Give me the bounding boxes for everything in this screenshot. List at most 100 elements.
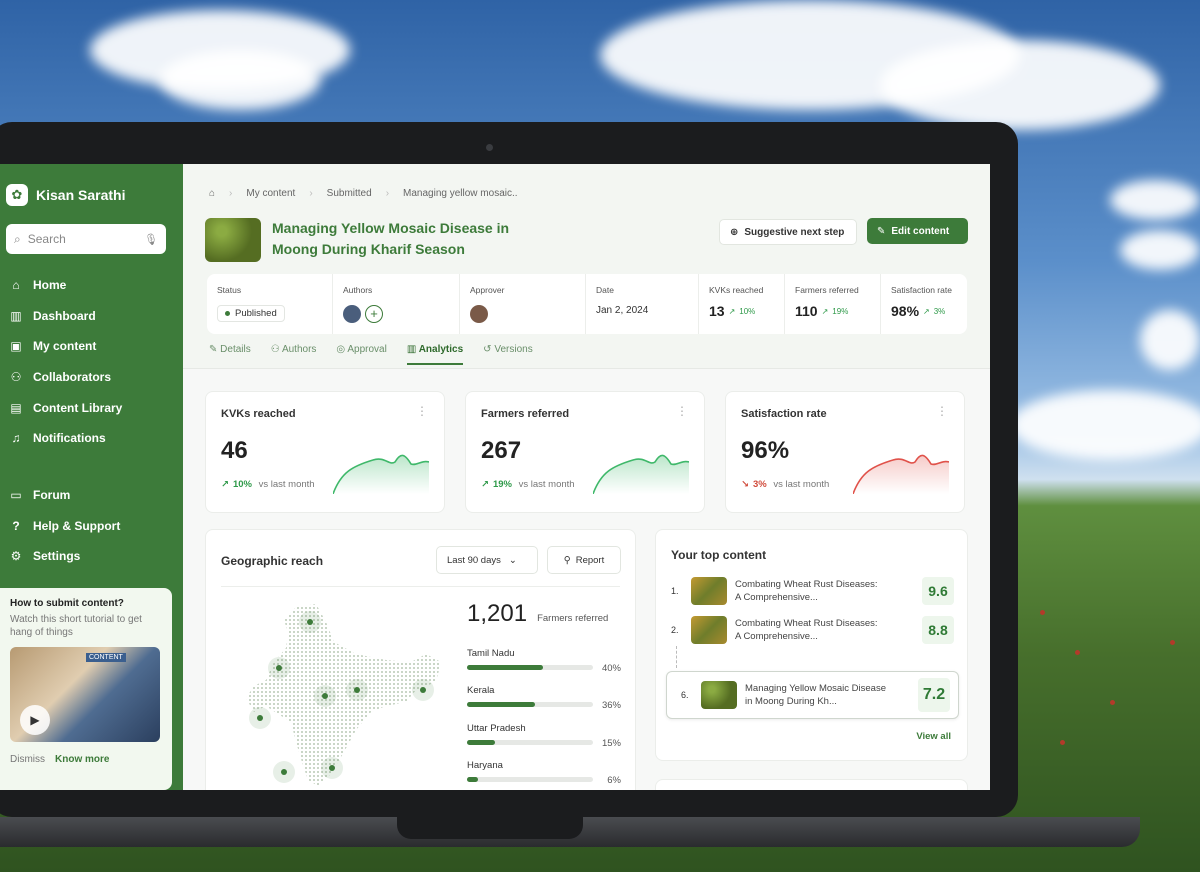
- trend-up-icon: ↗: [481, 479, 489, 490]
- card-title: Your top content: [671, 548, 767, 562]
- kpi-card-farmers: Farmers referred ⋮ 267 ↗ 19% vs last mont…: [465, 391, 705, 513]
- kpi-note: vs last month: [518, 479, 575, 490]
- flower: [1075, 650, 1080, 655]
- suggestive-next-step-button[interactable]: ⊕ Suggestive next step: [719, 219, 857, 245]
- trend-up-icon: ↗: [221, 479, 229, 490]
- cloud: [160, 50, 320, 110]
- item-title: Combating Wheat Rust Diseases: A Compreh…: [735, 618, 878, 642]
- home-icon[interactable]: ⌂: [209, 188, 215, 199]
- list-item-current[interactable]: 6. Managing Yellow Mosaic Disease in Moo…: [666, 671, 959, 719]
- add-author-icon[interactable]: +: [365, 305, 383, 323]
- content-icon: ▣: [10, 339, 22, 354]
- search-icon: ⌕: [14, 231, 21, 246]
- list-item[interactable]: 2. Combating Wheat Rust Diseases: A Comp…: [671, 615, 954, 645]
- breadcrumb-item[interactable]: Submitted: [327, 188, 372, 199]
- sidebar-item-collaborators[interactable]: ⚇ Collaborators: [8, 362, 122, 393]
- edit-content-button[interactable]: ✎ Edit content: [867, 218, 968, 244]
- flower: [1110, 700, 1115, 705]
- brand[interactable]: ✿ Kisan Sarathi: [6, 184, 125, 206]
- more-icon[interactable]: ⋮: [936, 404, 948, 418]
- state-name: Kerala: [467, 685, 495, 696]
- kpi-delta: 19%: [492, 479, 512, 490]
- state-bar-fill: [467, 777, 479, 782]
- kpi-delta: 10%: [232, 479, 252, 490]
- sidebar-item-dashboard[interactable]: ▥ Dashboard: [8, 301, 122, 332]
- view-all-link[interactable]: View all: [916, 731, 951, 742]
- home-icon: ⌂: [12, 278, 20, 293]
- nav-label: Dashboard: [33, 308, 96, 323]
- kpi-note: vs last month: [773, 479, 830, 490]
- app-screen: ✿ Kisan Sarathi ⌕ Search 🎙 ⌂ Home ▥ Dashbo…: [0, 164, 990, 790]
- sidebar-item-settings[interactable]: ⚙ Settings: [8, 541, 120, 572]
- list-item[interactable]: 1. Combating Wheat Rust Diseases: A Comp…: [671, 576, 954, 606]
- tab-approval[interactable]: ◎ Approval: [336, 344, 386, 365]
- avatar[interactable]: [343, 305, 361, 323]
- meta-kvks: KVKs reached 13 ↗ 10%: [699, 274, 785, 334]
- tab-analytics[interactable]: ▥ Analytics: [406, 344, 464, 365]
- play-icon[interactable]: ▶: [20, 705, 50, 735]
- date-value: Jan 2, 2024: [596, 305, 649, 316]
- ellipsis-divider: [676, 646, 677, 668]
- tab-authors[interactable]: ⚇ Authors: [271, 344, 317, 365]
- meta-label: Authors: [343, 285, 373, 295]
- sidebar-item-help[interactable]: ? Help & Support: [8, 511, 120, 542]
- tab-label: Analytics: [418, 344, 464, 355]
- meta-satisfaction: Satisfaction rate 98% ↗ 3%: [881, 274, 967, 334]
- state-pct: 40%: [601, 663, 621, 674]
- main-panel: ⌂ › My content › Submitted › Managing yello…: [183, 164, 990, 790]
- cloud: [1140, 310, 1200, 370]
- sidebar: ✿ Kisan Sarathi ⌕ Search 🎙 ⌂ Home ▥ Dashbo…: [0, 164, 183, 790]
- item-title: Managing Yellow Mosaic Disease in Moong …: [745, 683, 886, 707]
- farmers-delta: 19%: [832, 306, 849, 316]
- app-name: Kisan Sarathi: [36, 187, 126, 203]
- page-title: Managing Yellow Mosaic Disease in Moong …: [272, 220, 510, 257]
- cloud: [1120, 230, 1200, 270]
- cloud: [880, 40, 1160, 130]
- report-button[interactable]: ⚲ Report: [547, 546, 621, 574]
- cloud: [1010, 390, 1200, 460]
- rank: 1.: [671, 586, 679, 596]
- mic-icon[interactable]: 🎙: [144, 233, 158, 246]
- farmers-value: 110: [795, 303, 818, 319]
- tutorial-thumbnail[interactable]: CONTENT ▶: [10, 647, 160, 742]
- rank: 6.: [681, 690, 689, 700]
- trend-up-icon: ↗: [923, 306, 930, 316]
- state-pct: 6%: [607, 775, 621, 786]
- kpi-card-kvks: KVKs reached ⋮ 46 ↗ 10% vs last month: [205, 391, 445, 513]
- tab-details[interactable]: ✎ Details: [209, 344, 251, 365]
- total-value: 1,201: [467, 600, 528, 627]
- report-icon: ⚲: [563, 554, 571, 566]
- geographic-reach-card: Geographic reach Last 90 days⌄ ⚲Report: [205, 529, 636, 790]
- nav-label: Home: [33, 278, 67, 293]
- more-icon[interactable]: ⋮: [416, 404, 428, 418]
- logo-icon: ✿: [6, 184, 28, 206]
- score-badge: 8.8: [922, 616, 954, 644]
- sat-delta: 3%: [933, 306, 946, 316]
- more-icon[interactable]: ⋮: [676, 404, 688, 418]
- state-pct: 15%: [601, 738, 621, 749]
- sidebar-item-notifications[interactable]: ♫ Notifications: [8, 423, 122, 454]
- sidebar-item-content-library[interactable]: ▤ Content Library: [8, 392, 122, 423]
- avatar[interactable]: [470, 305, 488, 323]
- search-input[interactable]: ⌕ Search 🎙: [6, 224, 166, 254]
- content-thumbnail: [691, 616, 727, 644]
- date-range-select[interactable]: Last 90 days ⌄: [436, 546, 538, 574]
- meta-date: Date Jan 2, 2024: [586, 274, 699, 334]
- know-more-link[interactable]: Know more: [55, 754, 109, 765]
- kpi-delta: 3%: [752, 479, 767, 490]
- sidebar-item-home[interactable]: ⌂ Home: [8, 270, 122, 301]
- india-dot-map: [246, 604, 441, 786]
- search-placeholder: Search: [27, 232, 66, 246]
- nav-bottom: ▭ Forum ? Help & Support ⚙ Settings: [8, 480, 120, 572]
- breadcrumb-item[interactable]: My content: [246, 188, 295, 199]
- next-card: [655, 779, 968, 790]
- meta-label: Satisfaction rate: [891, 285, 952, 295]
- dismiss-button[interactable]: Dismiss: [10, 754, 45, 765]
- sidebar-item-my-content[interactable]: ▣ My content: [8, 331, 122, 362]
- camera: [486, 144, 493, 151]
- tab-versions[interactable]: ↺ Versions: [483, 344, 533, 365]
- tab-label: Approval: [347, 344, 387, 355]
- meta-label: Farmers referred: [795, 285, 859, 295]
- sidebar-item-forum[interactable]: ▭ Forum: [8, 480, 120, 511]
- tutorial-card: How to submit content? Watch this short …: [0, 588, 172, 790]
